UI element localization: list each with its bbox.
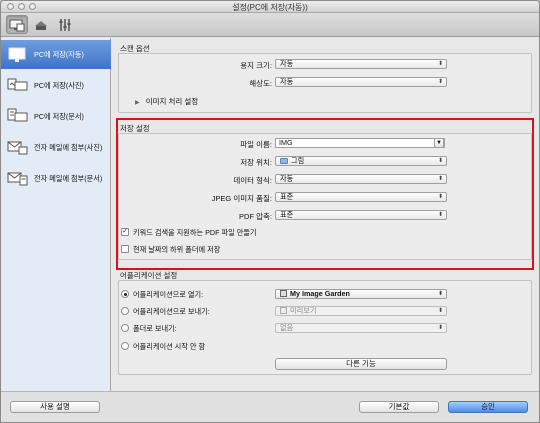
open-with-app-label: 어플리케이션으로 열기: xyxy=(133,290,204,299)
settings-panel: 스캔 옵션 용지 크기: 자동 ⬍ 해상도: 자동 ⬍ ▶ 이미지 처리 설정 저장… xyxy=(112,38,539,391)
open-with-app-radio[interactable] xyxy=(121,290,129,298)
file-name-value: IMG xyxy=(279,138,293,147)
save-in-select[interactable]: 그림 ⬍ xyxy=(275,156,447,166)
title-bar: 설정(PC에 저장(자동)) xyxy=(1,1,539,13)
more-functions-button[interactable]: 다른 기능 xyxy=(275,358,447,370)
sidebar-item-email-document[interactable]: 전자 메일에 첨부(문서) xyxy=(1,164,111,193)
toolbar xyxy=(1,13,539,37)
send-to-app-radio[interactable] xyxy=(121,307,129,315)
send-to-folder-value: 없음 xyxy=(280,323,294,332)
jpeg-quality-value: 표준 xyxy=(280,192,294,201)
updown-arrows-icon: ⬍ xyxy=(437,308,443,314)
footer-bar: 사용 설명 기본값 승인 xyxy=(1,391,539,422)
sidebar-item-save-pc-document[interactable]: PC에 저장(문서) xyxy=(1,102,111,131)
document-to-pc-icon xyxy=(5,106,31,128)
image-processing-toggle[interactable]: ▶ 이미지 처리 설정 xyxy=(135,96,198,107)
send-to-app-select[interactable]: 미리보기 ⬍ xyxy=(275,306,447,316)
send-to-folder-label: 폴더로 보내기: xyxy=(133,324,177,333)
do-not-start-app-label: 어플리케이션 시작 안 함 xyxy=(133,342,206,351)
paper-size-label: 용지 크기: xyxy=(240,61,272,70)
preview-app-icon xyxy=(280,307,287,314)
disclosure-triangle-icon: ▶ xyxy=(135,100,140,106)
save-in-label: 저장 위치: xyxy=(240,158,272,167)
subfolder-label: 현재 날짜의 하위 폴더에 저장 xyxy=(133,245,221,254)
data-format-label: 데이터 형식: xyxy=(233,176,272,185)
updown-arrows-icon: ⬍ xyxy=(437,158,443,164)
keyword-pdf-checkbox[interactable]: ✓ xyxy=(121,228,129,236)
send-to-app-value: 미리보기 xyxy=(290,306,317,315)
tab-scan-from-operation-panel[interactable] xyxy=(30,15,52,34)
folder-icon xyxy=(280,158,288,164)
save-in-value: 그림 xyxy=(291,156,305,165)
general-settings-icon xyxy=(59,18,71,31)
data-format-select[interactable]: 자동 ⬍ xyxy=(275,174,447,184)
jpeg-quality-label: JPEG 이미지 품질: xyxy=(211,194,272,203)
sidebar-item-save-pc-photo[interactable]: PC에 저장(사진) xyxy=(1,71,111,100)
defaults-button[interactable]: 기본값 xyxy=(359,401,439,413)
sidebar-item-label: PC에 저장(자동) xyxy=(34,49,84,59)
window-title: 설정(PC에 저장(자동)) xyxy=(232,3,308,12)
sidebar: PC에 저장(자동) PC에 저장(사진) PC에 저장(문서) 전자 메일에 … xyxy=(1,38,111,391)
updown-arrows-icon: ⬍ xyxy=(437,194,443,200)
help-button[interactable]: 사용 설명 xyxy=(10,401,100,413)
scan-from-operation-panel-icon xyxy=(35,20,47,30)
open-with-app-select[interactable]: My Image Garden ⬍ xyxy=(275,289,447,299)
updown-arrows-icon: ⬍ xyxy=(437,291,443,297)
subfolder-checkbox[interactable] xyxy=(121,245,129,253)
sidebar-item-label: PC에 저장(사진) xyxy=(34,80,84,90)
keyword-pdf-label: 키워드 검색을 지원하는 PDF 파일 만들기 xyxy=(133,228,257,237)
sidebar-item-save-pc-auto[interactable]: PC에 저장(자동) xyxy=(1,40,111,69)
paper-size-select[interactable]: 자동 ⬍ xyxy=(275,59,447,69)
send-to-app-label: 어플리케이션으로 보내기: xyxy=(133,307,210,316)
sidebar-item-label: 전자 메일에 첨부(문서) xyxy=(34,173,103,183)
resolution-label: 해상도: xyxy=(249,79,272,88)
resolution-value: 자동 xyxy=(280,77,294,86)
sidebar-item-label: PC에 저장(문서) xyxy=(34,111,84,121)
open-with-app-value: My Image Garden xyxy=(290,289,350,298)
file-name-label: 파일 이름: xyxy=(240,140,272,149)
app-icon xyxy=(280,290,287,297)
pdf-compression-label: PDF 압축: xyxy=(239,212,272,221)
tab-scan-from-computer[interactable] xyxy=(6,15,28,34)
send-to-folder-select[interactable]: 없음 ⬍ xyxy=(275,323,447,333)
settings-window: 설정(PC에 저장(자동)) PC에 저장(자동) PC에 저장(사진) PC에… xyxy=(0,0,540,423)
do-not-start-app-radio[interactable] xyxy=(121,342,129,350)
pdf-compression-value: 표준 xyxy=(280,210,294,219)
updown-arrows-icon: ⬍ xyxy=(437,212,443,218)
chevron-down-icon[interactable]: ▼ xyxy=(434,138,444,148)
photo-to-pc-icon xyxy=(5,75,31,97)
sidebar-item-label: 전자 메일에 첨부(사진) xyxy=(34,142,103,152)
updown-arrows-icon: ⬍ xyxy=(437,61,443,67)
ok-button[interactable]: 승인 xyxy=(448,401,528,413)
resolution-select[interactable]: 자동 ⬍ xyxy=(275,77,447,87)
paper-size-value: 자동 xyxy=(280,59,294,68)
scan-from-computer-icon xyxy=(9,19,25,31)
data-format-value: 자동 xyxy=(280,174,294,183)
mail-photo-icon xyxy=(5,137,31,159)
updown-arrows-icon: ⬍ xyxy=(437,325,443,331)
jpeg-quality-select[interactable]: 표준 ⬍ xyxy=(275,192,447,202)
send-to-folder-radio[interactable] xyxy=(121,324,129,332)
mail-document-icon xyxy=(5,168,31,190)
file-name-combobox[interactable]: IMG ▼ xyxy=(275,138,445,148)
image-processing-label: 이미지 처리 설정 xyxy=(145,97,199,106)
monitor-icon xyxy=(5,44,31,66)
updown-arrows-icon: ⬍ xyxy=(437,79,443,85)
sidebar-item-email-photo[interactable]: 전자 메일에 첨부(사진) xyxy=(1,133,111,162)
tab-general-settings[interactable] xyxy=(54,15,76,34)
updown-arrows-icon: ⬍ xyxy=(437,176,443,182)
pdf-compression-select[interactable]: 표준 ⬍ xyxy=(275,210,447,220)
